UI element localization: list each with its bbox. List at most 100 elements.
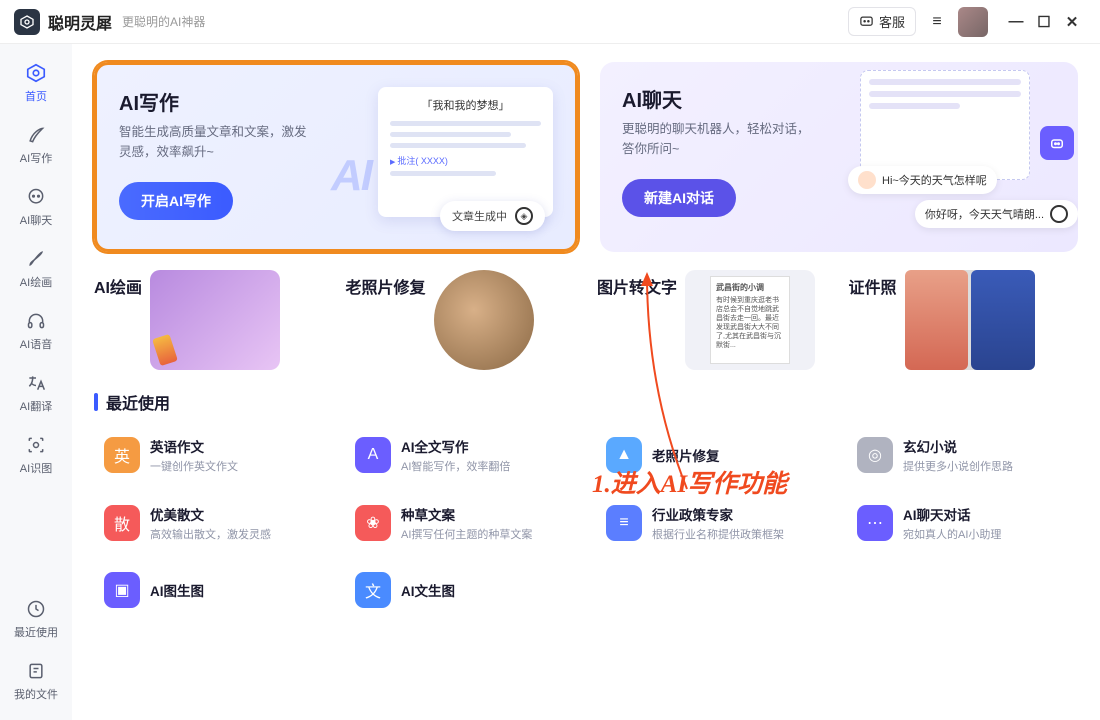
feature-image (434, 270, 534, 370)
sidebar-item-files[interactable]: 我的文件 (8, 652, 64, 710)
sidebar-label: AI语音 (20, 336, 52, 352)
tool-icon: ◎ (857, 437, 893, 473)
tool-subtitle: 宛如真人的AI小助理 (903, 526, 1001, 542)
app-name: 聪明灵犀 (48, 10, 112, 34)
tool-item[interactable]: 散 优美散文高效输出散文，激发灵感 (94, 496, 325, 550)
tool-item[interactable]: ≡ 行业政策专家根据行业名称提供政策框架 (596, 496, 827, 550)
sidebar-label: 最近使用 (14, 624, 58, 640)
maximize-button[interactable]: ☐ (1030, 8, 1058, 36)
translate-icon (25, 372, 47, 394)
sidebar-item-recent[interactable]: 最近使用 (8, 590, 64, 648)
tool-icon: ≡ (606, 505, 642, 541)
chat-illustration: Hi~今天的天气怎样呢 你好呀，今天天气晴朗... (860, 70, 1070, 220)
sidebar-item-translate[interactable]: AI翻译 (8, 364, 64, 422)
sidebar-label: AI聊天 (20, 212, 52, 228)
new-chat-button[interactable]: 新建AI对话 (622, 179, 736, 217)
feature-image (150, 270, 280, 370)
sidebar-item-write[interactable]: AI写作 (8, 116, 64, 174)
sidebar-label: AI翻译 (20, 398, 52, 414)
tool-title: AI图生图 (150, 580, 204, 600)
feature-ai-paint[interactable]: AI绘画 (94, 270, 324, 370)
feature-title: 图片转文字 (597, 270, 677, 298)
feature-row: AI绘画 老照片修复 图片转文字 武昌街的小调有时候到重庆逛老书店总会不自觉地跳… (94, 270, 1078, 370)
hamburger-menu-icon[interactable]: ≡ (926, 11, 948, 33)
title-bar: 聪明灵犀 更聪明的AI神器 客服 ≡ — ☐ ✕ (0, 0, 1100, 44)
headphone-icon (25, 310, 47, 332)
sidebar-label: 我的文件 (14, 686, 58, 702)
tool-subtitle: 一键创作英文作文 (150, 458, 238, 474)
tool-title: 英语作文 (150, 436, 238, 456)
minimize-button[interactable]: — (1002, 8, 1030, 36)
feature-title: AI绘画 (94, 270, 142, 298)
brush-icon (25, 248, 47, 270)
chat-icon (25, 186, 47, 208)
sidebar-label: AI识图 (20, 460, 52, 476)
feature-photo-restore[interactable]: 老照片修复 (346, 270, 576, 370)
feature-image (905, 270, 1035, 370)
tool-subtitle: 提供更多小说创作思路 (903, 458, 1013, 474)
feature-id-photo[interactable]: 证件照 (849, 270, 1079, 370)
hero-illustration: AI 「我和我的梦想」 批注( XXXX) 文章生成中◈ (339, 81, 559, 233)
hero-desc: 更聪明的聊天机器人，轻松对话，答你所问~ (622, 119, 812, 159)
feature-title: 证件照 (849, 270, 897, 298)
app-tagline: 更聪明的AI神器 (122, 13, 205, 30)
chat-bubble: Hi~今天的天气怎样呢 (848, 166, 997, 194)
hero-ai-chat[interactable]: AI聊天 更聪明的聊天机器人，轻松对话，答你所问~ 新建AI对话 Hi~今天的天… (600, 62, 1078, 252)
feature-ocr[interactable]: 图片转文字 武昌街的小调有时候到重庆逛老书店总会不自觉地跳武昌街去走一回。最近发… (597, 270, 827, 370)
feather-icon (25, 124, 47, 146)
tool-icon: ❀ (355, 505, 391, 541)
tool-icon: A (355, 437, 391, 473)
main-content: AI写作 智能生成高质量文章和文案，激发灵感，效率飙升~ 开启AI写作 AI 「… (72, 44, 1100, 720)
tool-icon: 散 (104, 505, 140, 541)
sidebar: 首页 AI写作 AI聊天 AI绘画 AI语音 AI翻译 AI识图 最 (0, 44, 72, 720)
tool-item[interactable]: A AI全文写作 AI智能写作，效率翻倍 (345, 428, 576, 482)
close-button[interactable]: ✕ (1058, 8, 1086, 36)
tool-title: 种草文案 (401, 504, 532, 524)
sidebar-item-home[interactable]: 首页 (8, 54, 64, 112)
user-avatar[interactable] (958, 7, 988, 37)
tool-subtitle: 高效输出散文，激发灵感 (150, 526, 271, 542)
customer-service-button[interactable]: 客服 (848, 7, 916, 36)
ai-watermark: AI (331, 151, 371, 201)
feature-title: 老照片修复 (346, 270, 426, 298)
tool-title: 玄幻小说 (903, 436, 1013, 456)
robot-icon (1040, 126, 1074, 160)
tool-subtitle: AI撰写任何主题的种草文案 (401, 526, 532, 542)
tool-title: 优美散文 (150, 504, 271, 524)
app-logo-icon (14, 9, 40, 35)
tool-title: AI聊天对话 (903, 504, 1001, 524)
tool-icon: ⋯ (857, 505, 893, 541)
tool-title: AI全文写作 (401, 436, 510, 456)
tool-item[interactable]: ▣ AI图生图 (94, 564, 325, 616)
tool-subtitle: 根据行业名称提供政策框架 (652, 526, 784, 542)
tool-icon: ▣ (104, 572, 140, 608)
tool-subtitle: AI智能写作，效率翻倍 (401, 458, 510, 474)
tool-item[interactable]: ◎ 玄幻小说提供更多小说创作思路 (847, 428, 1078, 482)
tool-icon: 文 (355, 572, 391, 608)
section-title: 最近使用 (106, 390, 170, 414)
generating-chip: 文章生成中◈ (440, 201, 545, 231)
document-mockup: 「我和我的梦想」 批注( XXXX) (378, 87, 553, 217)
tool-item[interactable]: ⋯ AI聊天对话宛如真人的AI小助理 (847, 496, 1078, 550)
sidebar-item-paint[interactable]: AI绘画 (8, 240, 64, 298)
tool-item[interactable]: 文 AI文生图 (345, 564, 576, 616)
tool-title: 行业政策专家 (652, 504, 784, 524)
sidebar-label: AI绘画 (20, 274, 52, 290)
clock-icon (25, 598, 47, 620)
hero-ai-write[interactable]: AI写作 智能生成高质量文章和文案，激发灵感，效率飙升~ 开启AI写作 AI 「… (94, 62, 578, 252)
file-icon (25, 660, 47, 682)
feature-image: 武昌街的小调有时候到重庆逛老书店总会不自觉地跳武昌街去走一回。最近发现武昌街大大… (685, 270, 815, 370)
sidebar-item-voice[interactable]: AI语音 (8, 302, 64, 360)
chat-window-mock (860, 70, 1030, 180)
start-write-button[interactable]: 开启AI写作 (119, 182, 233, 220)
chat-bubble-icon (859, 14, 874, 29)
hero-desc: 智能生成高质量文章和文案，激发灵感，效率飙升~ (119, 122, 309, 162)
sidebar-item-chat[interactable]: AI聊天 (8, 178, 64, 236)
tool-grid: 英 英语作文一键创作英文作文A AI全文写作AI智能写作，效率翻倍▲ 老照片修复… (94, 428, 1078, 616)
cs-label: 客服 (879, 12, 905, 31)
accent-bar (94, 393, 98, 411)
sidebar-item-vision[interactable]: AI识图 (8, 426, 64, 484)
tool-item[interactable]: ❀ 种草文案 AI撰写任何主题的种草文案 (345, 496, 576, 550)
sidebar-label: AI写作 (20, 150, 52, 166)
tool-item[interactable]: 英 英语作文一键创作英文作文 (94, 428, 325, 482)
